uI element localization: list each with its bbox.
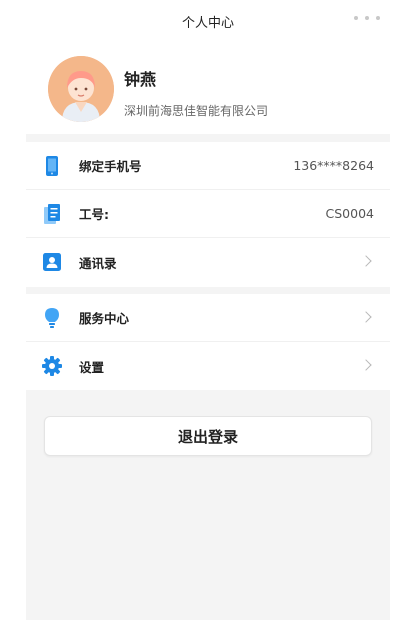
employee-id-value: CS0004 xyxy=(325,206,374,221)
lightbulb-icon xyxy=(42,308,62,328)
chevron-right-icon xyxy=(360,255,372,267)
profile-card[interactable]: 钟燕 深圳前海思佳智能有限公司 xyxy=(26,44,390,134)
document-icon xyxy=(42,204,62,224)
employee-id-row: 工号: CS0004 xyxy=(26,190,390,238)
phone-value: 136****8264 xyxy=(293,158,374,173)
phone-icon xyxy=(42,156,62,176)
settings-label: 设置 xyxy=(79,359,105,375)
employee-id-label: 工号: xyxy=(79,207,109,222)
avatar-girl-icon xyxy=(48,56,114,122)
service-center-row[interactable]: 服务中心 xyxy=(26,294,390,342)
contacts-label: 通讯录 xyxy=(79,255,117,271)
chevron-right-icon xyxy=(360,359,372,371)
service-center-label: 服务中心 xyxy=(79,311,130,326)
chevron-right-icon xyxy=(360,311,372,323)
title-bar: 个人中心 xyxy=(26,0,390,44)
bind-phone-label: 绑定手机号 xyxy=(79,159,142,174)
contacts-icon xyxy=(42,252,62,272)
menu-group: 服务中心 设置 xyxy=(26,294,390,390)
page-title: 个人中心 xyxy=(181,16,234,31)
logout-button[interactable]: 退出登录 xyxy=(44,416,372,456)
contacts-row[interactable]: 通讯录 xyxy=(26,238,390,286)
profile-name: 钟燕 xyxy=(124,70,157,89)
info-group: 绑定手机号 136****8264 工号: CS0004 通讯录 xyxy=(26,142,390,287)
more-dots-icon[interactable] xyxy=(354,8,380,28)
bind-phone-row[interactable]: 绑定手机号 136****8264 xyxy=(26,142,390,190)
profile-company: 深圳前海思佳智能有限公司 xyxy=(124,104,269,118)
phone-screen: 个人中心 钟燕 深圳前海思佳智能有限公司 绑定手机号 136****8264 工… xyxy=(26,0,390,620)
settings-row[interactable]: 设置 xyxy=(26,342,390,390)
gear-icon xyxy=(42,356,62,376)
